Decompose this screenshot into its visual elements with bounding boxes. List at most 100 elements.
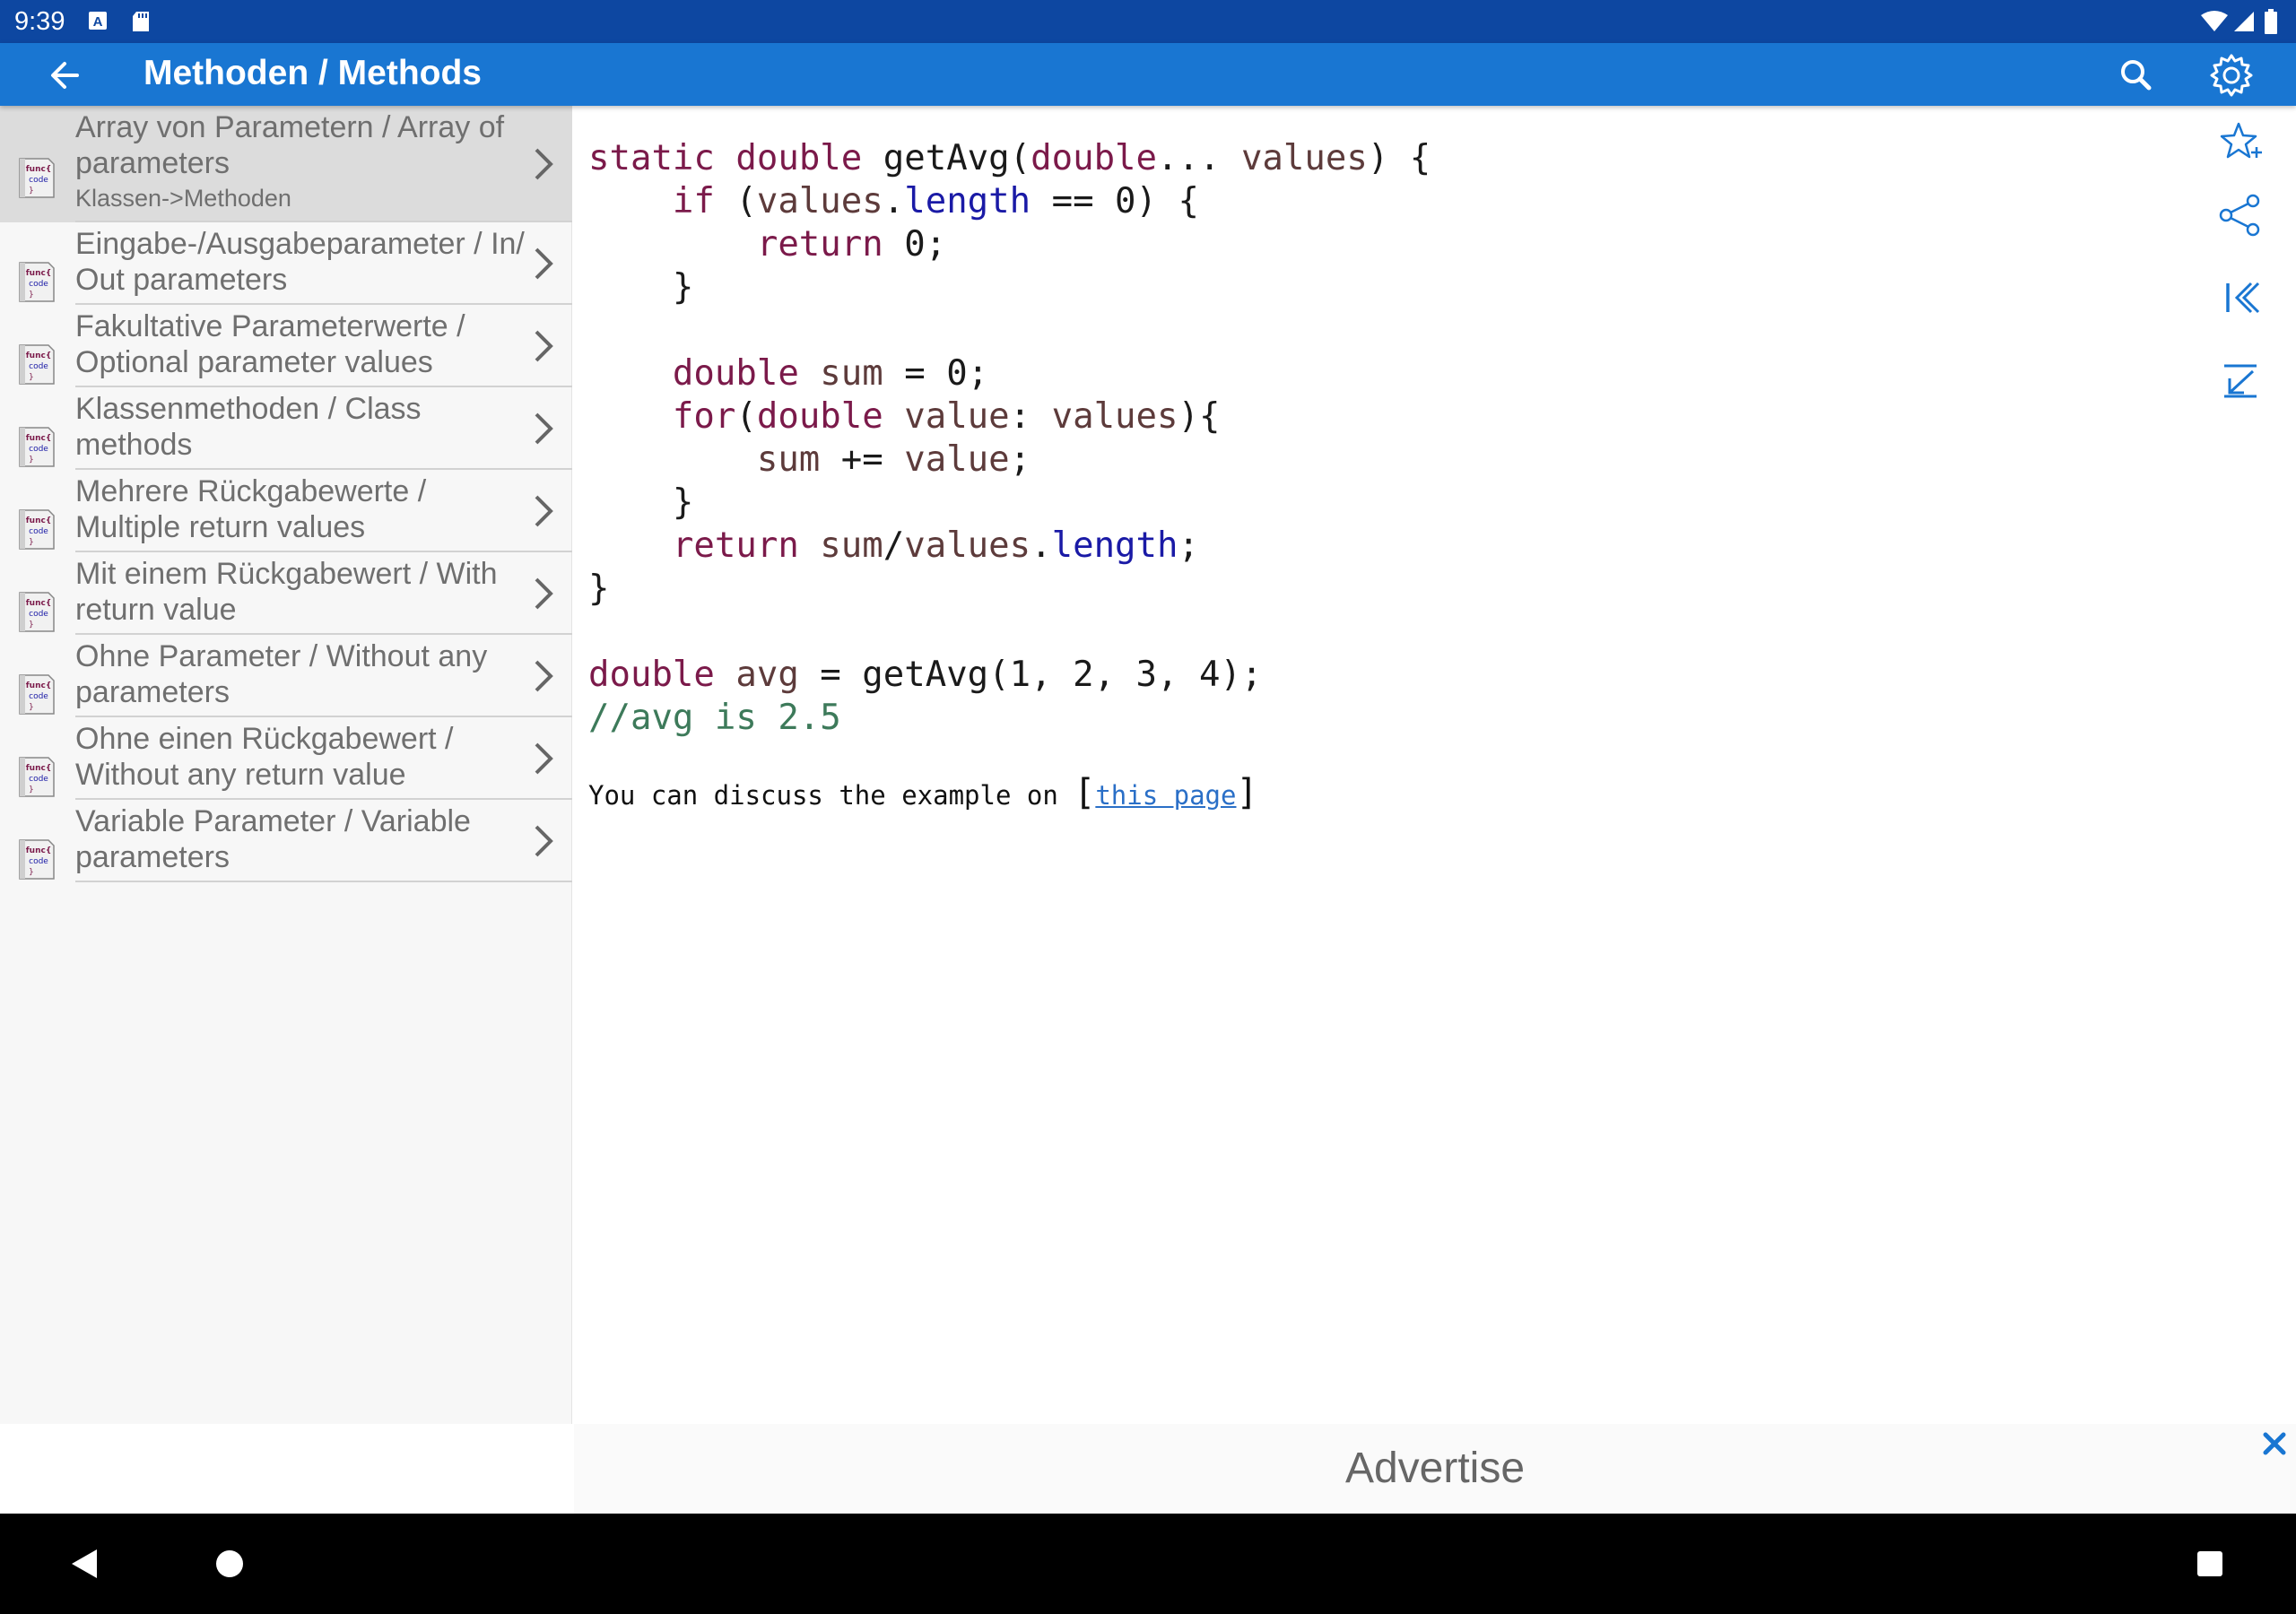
svg-text:func{: func{ xyxy=(26,516,51,525)
svg-text:A: A xyxy=(93,14,103,30)
chevron-right-icon xyxy=(531,491,556,531)
settings-button[interactable] xyxy=(2206,50,2257,100)
sidebar-item-line2: return value xyxy=(75,593,237,627)
discuss-text: You can discuss the example on xyxy=(588,780,1074,811)
wifi-icon xyxy=(2201,11,2228,37)
status-bar: 9:39 A xyxy=(0,0,2296,43)
func-code-icon: func{code} xyxy=(18,590,56,633)
nav-home-button[interactable] xyxy=(212,1546,248,1582)
svg-text:}: } xyxy=(29,456,34,464)
svg-text:}: } xyxy=(29,703,34,712)
svg-text:func{: func{ xyxy=(26,764,51,773)
close-icon xyxy=(2263,1432,2286,1455)
code-line: double avg = getAvg(1, 2, 3, 4); xyxy=(588,655,1263,695)
back-button[interactable] xyxy=(39,50,90,100)
search-icon xyxy=(2121,60,2152,91)
sidebar-item[interactable]: func{ code} Array von Parametern / Array o… xyxy=(0,106,572,222)
chevron-right-icon xyxy=(531,574,556,613)
chevron-right-icon xyxy=(531,244,556,283)
a-badge-icon: A xyxy=(88,11,108,35)
svg-text:func{: func{ xyxy=(26,165,51,174)
share-button[interactable] xyxy=(2215,190,2266,240)
svg-text:}: } xyxy=(29,868,34,877)
chevron-right-icon xyxy=(531,656,556,696)
search-button[interactable] xyxy=(2111,50,2161,100)
sidebar-item-category: Klassen->Methoden xyxy=(75,185,291,212)
sidebar-item-line1: Ohne Parameter / Without any xyxy=(75,639,488,673)
svg-text:code: code xyxy=(29,176,48,185)
battery-icon xyxy=(2264,9,2278,39)
code-line: } xyxy=(588,267,694,308)
sidebar-item[interactable]: func{code} Eingabe-/Ausgabeparameter / In… xyxy=(0,222,572,305)
sidebar-item[interactable]: func{ code} Ohne Parameter / Without any pa… xyxy=(0,635,572,717)
func-code-icon: func{code} xyxy=(18,508,56,551)
svg-text:}: } xyxy=(29,373,34,382)
code-view: static double getAvg(double... values) {… xyxy=(574,106,2188,1424)
sidebar-item[interactable]: func{code} Mehrere Rückgabewerte / Multipl… xyxy=(0,470,572,552)
svg-text:}: } xyxy=(29,187,34,195)
sd-card-icon xyxy=(131,11,151,37)
sidebar-item[interactable]: func{code} Klassenmethoden / Class methods xyxy=(0,387,572,470)
nav-recents-icon xyxy=(2197,1551,2222,1576)
first-page-icon xyxy=(2226,282,2260,314)
scroll-bottom-button[interactable] xyxy=(2215,355,2266,405)
sidebar-item[interactable]: func{code} Mit einem Rückgabewert / With r… xyxy=(0,552,572,635)
ad-banner[interactable]: Advertise xyxy=(574,1424,2296,1514)
sidebar-item-line2: parameters xyxy=(75,840,230,874)
svg-text:code: code xyxy=(29,775,48,784)
sidebar-item[interactable]: func{code} Fakultative Parameterwerte / Op… xyxy=(0,305,572,387)
sidebar-item-title: Mehrere Rückgabewerte / Multiple return v… xyxy=(75,473,533,545)
sidebar-item-line2: Optional parameter values xyxy=(75,345,433,379)
nav-home-icon xyxy=(216,1550,243,1577)
discuss-line: You can discuss the example on [this pag… xyxy=(588,772,1258,813)
chevron-right-icon xyxy=(531,144,556,184)
list-divider xyxy=(75,881,572,882)
svg-text:func{: func{ xyxy=(26,599,51,608)
code-line: static double getAvg(double... values) { xyxy=(588,138,1431,178)
chevron-right-icon xyxy=(531,326,556,366)
sidebar-item-line2: parameters xyxy=(75,675,230,709)
page-title: Methoden / Methods xyxy=(144,54,482,92)
svg-text:}: } xyxy=(29,620,34,629)
svg-text:code: code xyxy=(29,857,48,866)
link-open-bracket: [ xyxy=(1074,772,1096,813)
nav-back-button[interactable] xyxy=(66,1546,102,1582)
status-time: 9:39 xyxy=(14,7,65,36)
first-page-button[interactable] xyxy=(2215,273,2266,323)
svg-text:func{: func{ xyxy=(26,846,51,855)
sidebar-item-title: Ohne Parameter / Without any parameters xyxy=(75,638,533,710)
svg-text:func{: func{ xyxy=(26,681,51,690)
favorite-button[interactable] xyxy=(2215,117,2266,167)
svg-text:func{: func{ xyxy=(26,269,51,278)
sidebar-item-line1: Eingabe-/Ausgabeparameter / In/ xyxy=(75,227,525,261)
nav-recents-button[interactable] xyxy=(2192,1546,2228,1582)
sidebar-item[interactable]: func{ code} Variable Parameter / Variable p… xyxy=(0,800,572,882)
func-code-icon: func{code} xyxy=(18,755,56,798)
svg-text:code: code xyxy=(29,692,48,701)
arrow-back-icon xyxy=(51,62,79,89)
svg-text:code: code xyxy=(29,527,48,536)
svg-text:}: } xyxy=(29,291,34,299)
sidebar-item[interactable]: func{code} Ohne einen Rückgabewert / Witho… xyxy=(0,717,572,800)
chevron-right-icon xyxy=(531,409,556,448)
cellular-icon xyxy=(2233,11,2255,37)
scroll-bottom-icon xyxy=(2224,364,2257,398)
func-code-icon: func{ code} xyxy=(18,156,56,199)
share-icon xyxy=(2219,194,2260,237)
sidebar-item-line1: Array von Parametern / Array of xyxy=(75,110,505,144)
discuss-link[interactable]: this page xyxy=(1095,780,1236,811)
code-line: return 0; xyxy=(756,224,947,265)
sidebar-item-line2: Multiple return values xyxy=(75,510,366,544)
sidebar-item-title: Fakultative Parameterwerte / Optional par… xyxy=(75,308,533,380)
ad-close-button[interactable] xyxy=(2258,1427,2291,1460)
sidebar: func{ code} Array von Parametern / Array o… xyxy=(0,106,572,1424)
func-code-icon: func{ code} xyxy=(18,672,56,716)
func-code-icon: func{code} xyxy=(18,425,56,468)
func-code-icon: func{ code} xyxy=(18,837,56,881)
sidebar-item-title: Variable Parameter / Variable parameters xyxy=(75,803,533,875)
chevron-right-icon xyxy=(531,739,556,778)
sidebar-item-line1: Ohne einen Rückgabewert / xyxy=(75,722,454,756)
sidebar-item-line1: Klassenmethoden / Class xyxy=(75,392,422,426)
sidebar-item-line1: Fakultative Parameterwerte / xyxy=(75,309,465,343)
code-line: if (values.length == 0) { xyxy=(672,181,1199,221)
